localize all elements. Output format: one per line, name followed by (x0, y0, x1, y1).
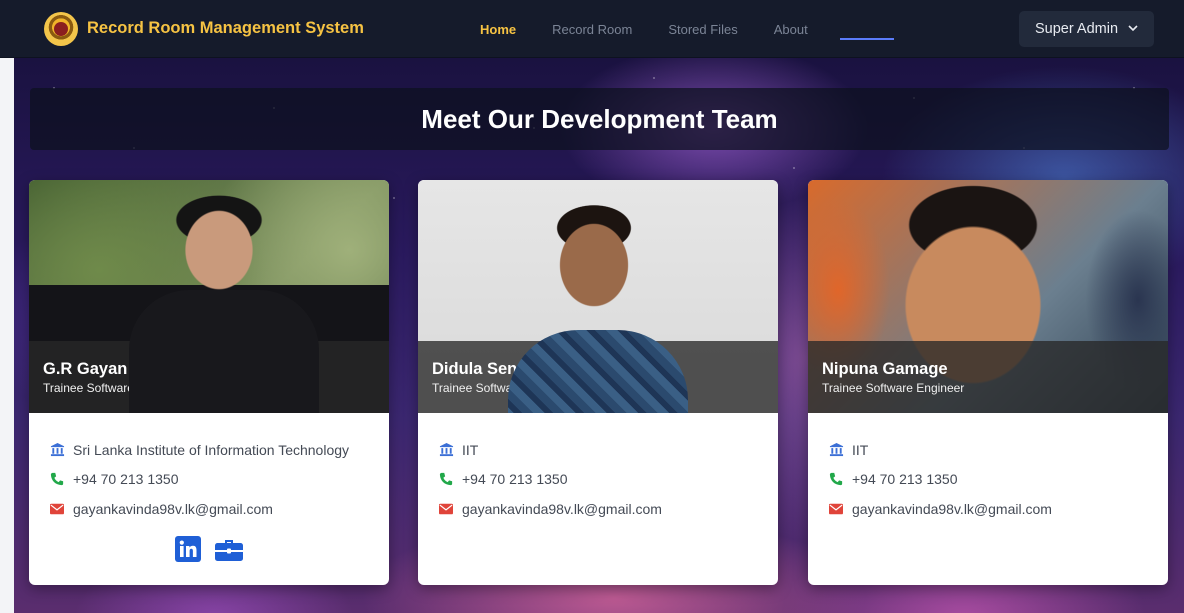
university-icon (49, 442, 65, 458)
member-role: Trainee Software Engineer (822, 381, 965, 395)
briefcase-icon[interactable] (215, 536, 243, 562)
nav-indicator (840, 38, 894, 40)
team-heading-banner: Meet Our Development Team (30, 88, 1169, 150)
chevron-down-icon (1128, 24, 1138, 35)
nav-link-home[interactable]: Home (480, 22, 516, 37)
member-info: IIT +94 70 213 1350 gayankavinda98v.lk@g… (808, 413, 1168, 524)
envelope-icon (49, 501, 65, 517)
phone-icon (438, 471, 454, 487)
nav-links: Home Record Room Stored Files About (462, 0, 826, 58)
institute-text: Sri Lanka Institute of Information Techn… (73, 441, 350, 458)
member-photo: G.R Gayan Kavinda Trainee Software Engin… (29, 180, 389, 413)
sidebar-edge (0, 58, 14, 613)
member-role: Trainee Software Engineer (432, 381, 575, 395)
phone-icon (828, 471, 844, 487)
phone-row: +94 70 213 1350 (828, 465, 1148, 495)
institute-row: Sri Lanka Institute of Information Techn… (49, 435, 369, 465)
member-name: G.R Gayan Kavinda (43, 360, 197, 378)
linkedin-icon[interactable] (175, 535, 203, 562)
envelope-icon (828, 501, 844, 517)
member-name: Didula Senevirathna (432, 360, 591, 378)
email-text[interactable]: gayankavinda98v.lk@gmail.com (852, 501, 1052, 517)
institute-text: IIT (852, 441, 869, 458)
member-caption: Nipuna Gamage Trainee Software Engineer (808, 341, 1168, 413)
phone-text: +94 70 213 1350 (462, 471, 568, 488)
member-caption: G.R Gayan Kavinda Trainee Software Engin… (29, 341, 389, 413)
institute-row: IIT (828, 435, 1148, 465)
phone-text: +94 70 213 1350 (852, 471, 958, 488)
nav-link-record-room[interactable]: Record Room (552, 22, 632, 37)
member-photo: Nipuna Gamage Trainee Software Engineer (808, 180, 1168, 413)
phone-icon (49, 471, 65, 487)
nav-link-about[interactable]: About (774, 22, 808, 37)
team-member-card: Didula Senevirathna Trainee Software Eng… (418, 180, 778, 585)
social-links (49, 535, 369, 562)
page-title: Meet Our Development Team (421, 103, 778, 134)
team-member-card: Nipuna Gamage Trainee Software Engineer … (808, 180, 1168, 585)
nav-link-stored-files[interactable]: Stored Files (668, 22, 737, 37)
team-member-card: G.R Gayan Kavinda Trainee Software Engin… (29, 180, 389, 585)
brand[interactable]: Record Room Management System (44, 11, 364, 46)
user-menu-button[interactable]: Super Admin (1019, 11, 1154, 47)
email-text[interactable]: gayankavinda98v.lk@gmail.com (73, 501, 273, 517)
email-row: gayankavinda98v.lk@gmail.com (438, 494, 758, 524)
phone-text: +94 70 213 1350 (73, 471, 179, 488)
university-icon (828, 442, 844, 458)
top-navbar: Record Room Management System Home Recor… (0, 0, 1184, 58)
user-menu-label: Super Admin (1034, 21, 1119, 37)
member-info: Sri Lanka Institute of Information Techn… (29, 413, 389, 562)
phone-row: +94 70 213 1350 (438, 465, 758, 495)
institute-text: IIT (462, 441, 479, 458)
email-row: gayankavinda98v.lk@gmail.com (49, 494, 369, 524)
member-name: Nipuna Gamage (822, 360, 948, 378)
phone-row: +94 70 213 1350 (49, 465, 369, 495)
envelope-icon (438, 501, 454, 517)
email-text[interactable]: gayankavinda98v.lk@gmail.com (462, 501, 662, 517)
institute-row: IIT (438, 435, 758, 465)
member-role: Trainee Software Engineer (Fullstack Dev… (43, 381, 269, 395)
university-icon (438, 442, 454, 458)
member-photo: Didula Senevirathna Trainee Software Eng… (418, 180, 778, 413)
member-info: IIT +94 70 213 1350 gayankavinda98v.lk@g… (418, 413, 778, 524)
email-row: gayankavinda98v.lk@gmail.com (828, 494, 1148, 524)
emblem-logo-icon (44, 11, 78, 46)
brand-title: Record Room Management System (87, 19, 364, 37)
member-caption: Didula Senevirathna Trainee Software Eng… (418, 341, 778, 413)
